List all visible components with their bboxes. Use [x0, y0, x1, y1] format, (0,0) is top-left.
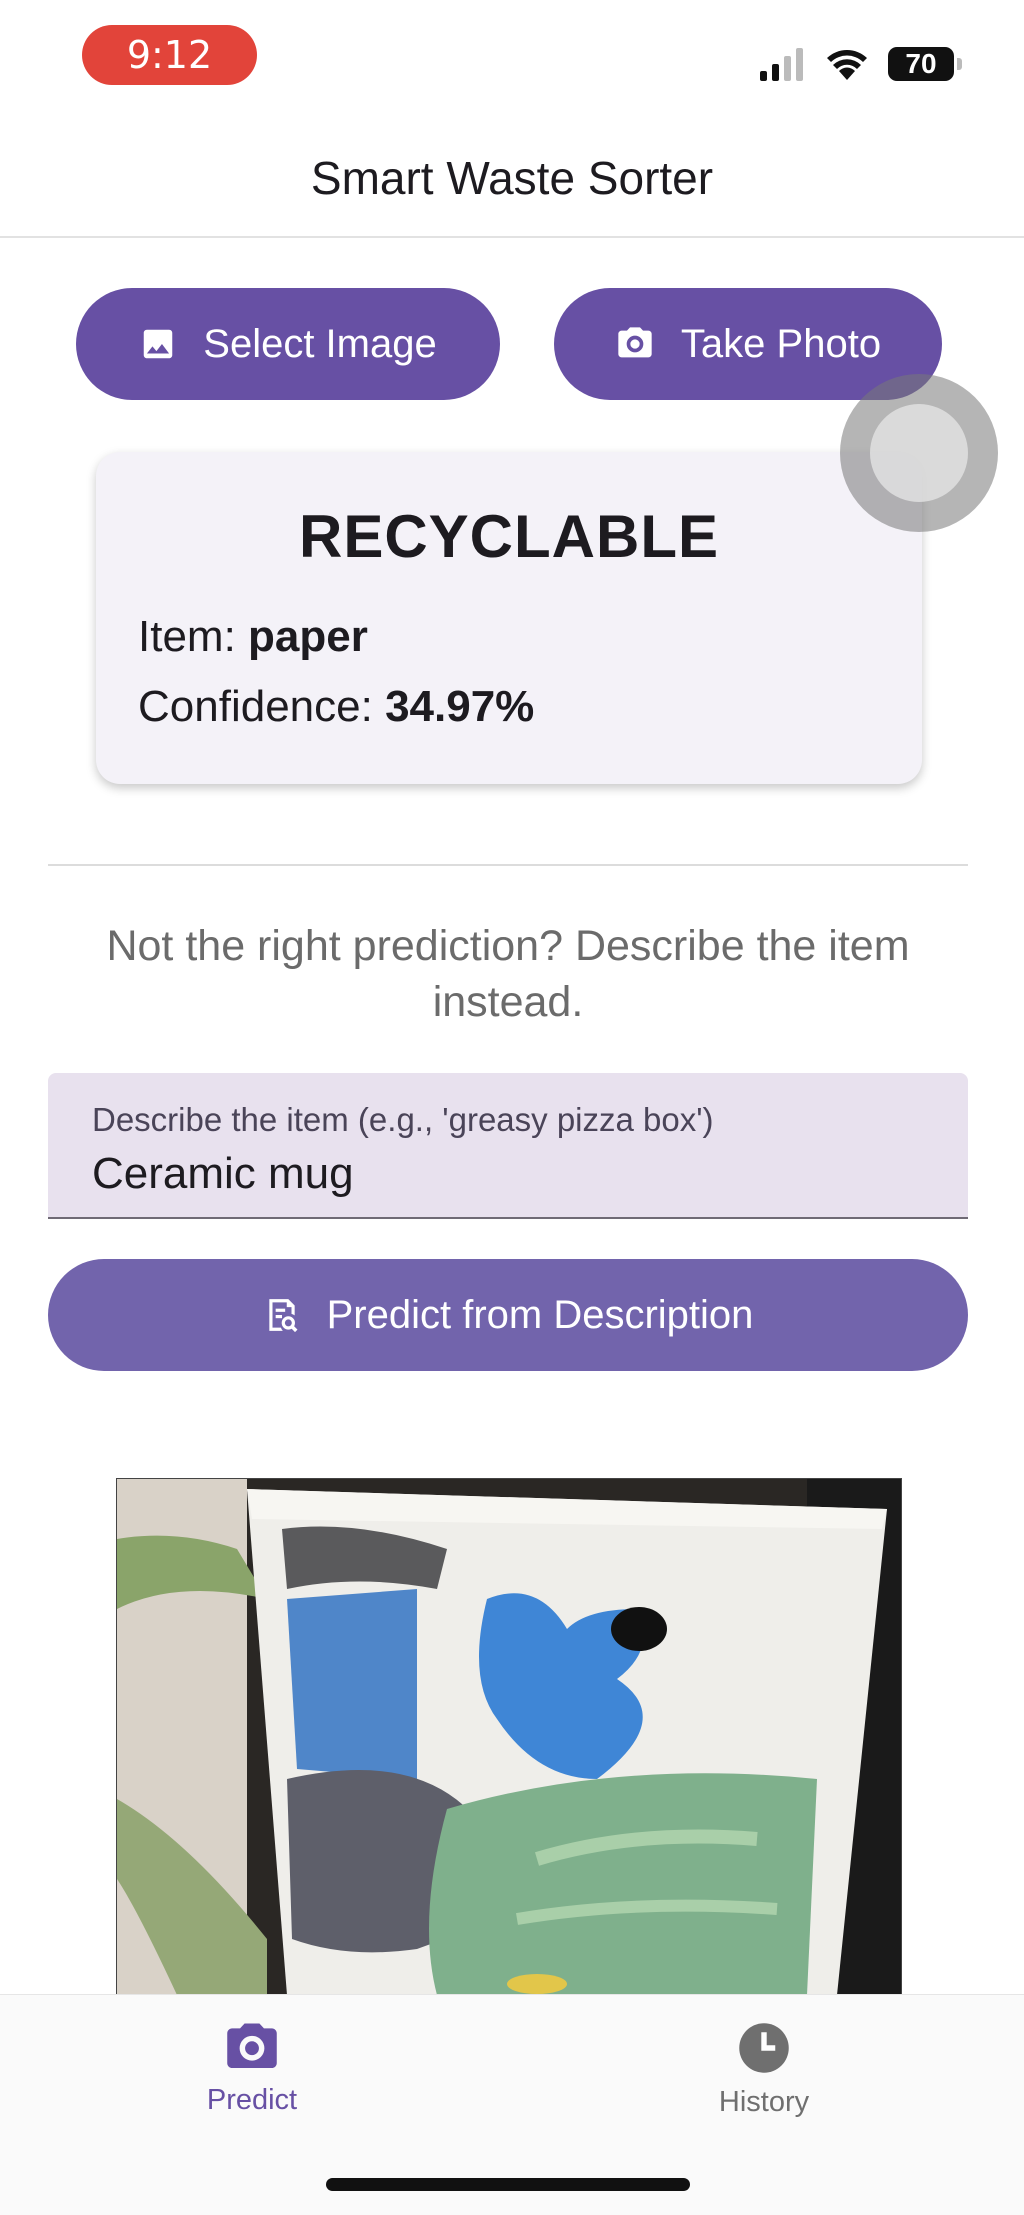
item-description-input[interactable]: Ceramic mug [92, 1149, 354, 1199]
image-icon [144, 329, 173, 359]
battery-indicator: 70 [888, 47, 962, 81]
prediction-confidence-row: Confidence: 34.97% [138, 682, 534, 732]
page-title: Smart Waste Sorter [310, 152, 714, 204]
take-photo-label: Take Photo [680, 321, 882, 366]
select-image-label: Select Image [203, 321, 437, 366]
item-description-field[interactable]: Describe the item (e.g., 'greasy pizza b… [48, 1073, 968, 1219]
clock-icon [739, 2023, 789, 2073]
nav-label-predict: Predict [206, 2084, 298, 2116]
cellular-signal-icon [760, 48, 803, 81]
nav-item-history[interactable]: History [664, 2021, 864, 2119]
app-bar: Smart Waste Sorter [0, 120, 1024, 238]
camera-icon [618, 327, 652, 358]
nav-label-history: History [718, 2086, 810, 2118]
status-time: 9:12 [82, 25, 257, 85]
document-search-icon [268, 1299, 298, 1333]
nav-item-predict[interactable]: Predict [152, 2021, 352, 2117]
prediction-item-row: Item: paper [138, 612, 368, 662]
item-description-label: Describe the item (e.g., 'greasy pizza b… [92, 1101, 714, 1138]
prediction-category: RECYCLABLE [298, 503, 719, 570]
wifi-icon [827, 50, 867, 80]
home-indicator [326, 2178, 690, 2191]
item-label: Item: [138, 612, 249, 661]
captured-image-preview [116, 1478, 902, 1996]
divider [48, 864, 968, 866]
predict-from-description-button[interactable]: Predict from Description [48, 1259, 968, 1371]
feedback-hint: Not the right prediction? Describe the i… [106, 922, 910, 1026]
select-image-button[interactable]: Select Image [76, 288, 500, 400]
confidence-value: 34.97% [385, 682, 535, 731]
camera-icon [227, 2023, 277, 2069]
item-value: paper [248, 612, 368, 661]
predict-from-description-label: Predict from Description [326, 1292, 754, 1337]
status-icons: 70 [758, 44, 962, 84]
status-bar: 9:12 70 [0, 0, 1024, 120]
ceramic-mug-photo [117, 1479, 901, 1995]
touch-indicator [840, 374, 998, 532]
confidence-label: Confidence: [138, 682, 386, 731]
prediction-result-card: RECYCLABLE Item: paper Confidence: 34.97… [96, 452, 922, 784]
